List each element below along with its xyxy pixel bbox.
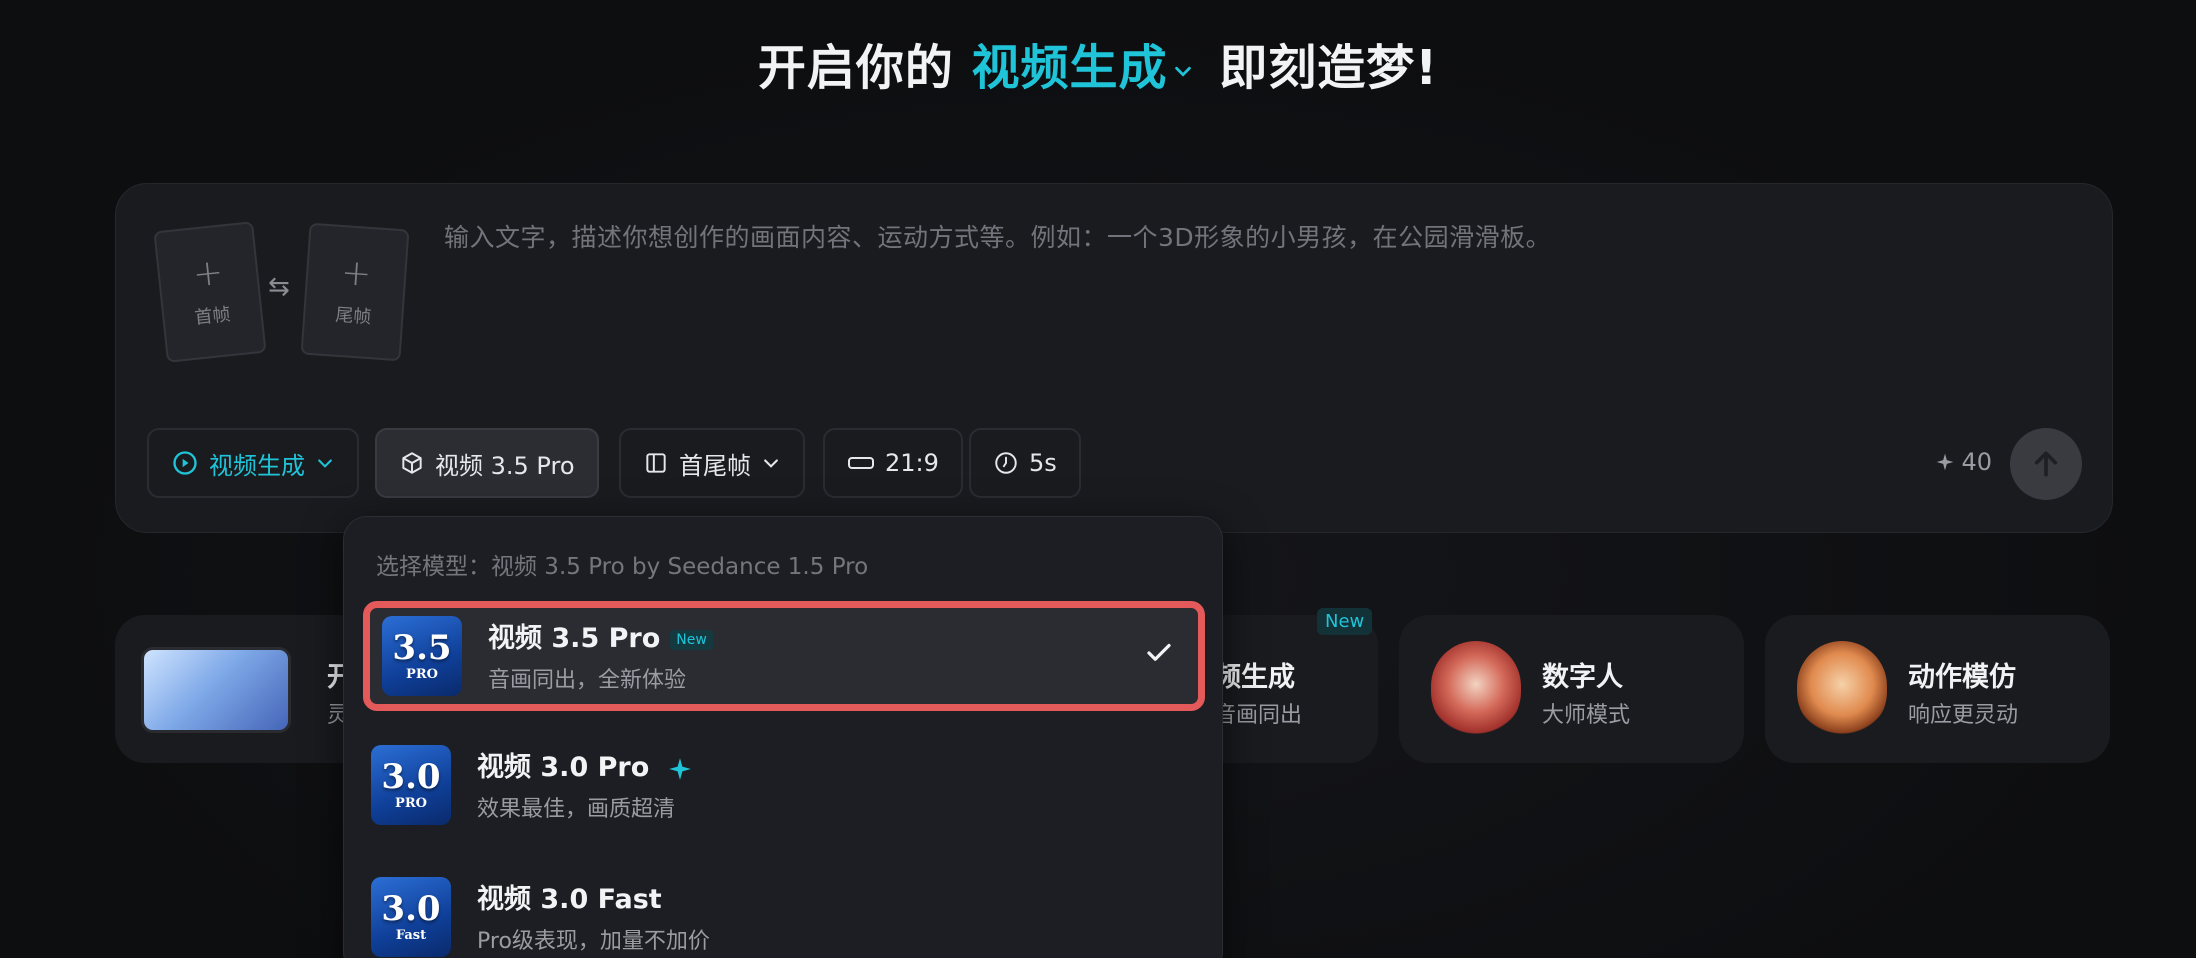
feature-card-digital-human[interactable]: 数字人 大师模式 [1399,615,1744,763]
cube-icon [402,452,422,474]
feature-card-motion-mimic[interactable]: 动作模仿 响应更灵动 [1765,615,2110,763]
frames-select-button[interactable]: 首尾帧 [619,428,805,498]
thumb-tier: PRO [406,666,438,682]
first-frame-label: 首帧 [193,304,232,329]
pegasus-thumbnail [141,647,291,733]
send-button[interactable] [2010,428,2082,500]
model-name: 视频 3.0 Pro [477,745,693,784]
model-option-3-5-pro[interactable]: 3.5 PRO 视频 3.5 Pro New 音画同出，全新体验 [363,601,1205,711]
model-option-3-0-pro[interactable]: 3.0 PRO 视频 3.0 Pro 效果最佳，画质超清 [359,725,1209,845]
model-desc: 效果最佳，画质超清 [477,797,676,822]
model-select-button[interactable]: 视频 3.5 Pro [375,428,599,498]
model-name: 视频 3.0 Fast [477,884,662,915]
aspect-ratio-icon [848,457,874,469]
check-icon [1147,643,1171,661]
model-name-text: 视频 3.5 Pro [488,623,661,654]
chevron-down-icon [1174,66,1191,77]
chevron-down-icon [318,459,332,468]
headline-prefix: 开启你的 [757,40,954,96]
portrait-thumbnail [1797,641,1887,737]
avatar-thumbnail [1431,641,1521,737]
prompt-input[interactable]: 输入文字，描述你想创作的画面内容、运动方式等。例如：一个3D形象的小男孩，在公园… [444,218,1551,254]
model-desc: Pro级表现，加量不加价 [477,929,710,954]
feature-card-title: 动作模仿 [1908,662,2016,693]
frame-layout-icon [646,453,666,473]
model-name: 视频 3.5 Pro New [488,616,713,655]
feature-card-subtitle: 大师模式 [1542,703,1631,728]
feature-card-title: 数字人 [1542,662,1623,693]
feature-card-title: 频生成 [1214,662,1295,693]
video-generate-icon [173,451,197,475]
sparkle-icon [1937,453,1954,471]
aspect-ratio-button[interactable]: 21:9 [823,428,963,498]
clock-icon [995,452,1017,474]
thumb-version: 3.0 [381,756,441,797]
model-thumbnail: 3.5 PRO [382,616,462,696]
model-thumbnail: 3.0 Fast [371,877,451,957]
model-dropdown: 选择模型：视频 3.5 Pro by Seedance 1.5 Pro 3.5 … [343,516,1223,958]
new-badge: New [1317,608,1373,635]
last-frame-label: 尾帧 [334,304,372,329]
headline-suffix: 即刻造梦! [1219,40,1439,96]
plus-icon: + [190,251,226,296]
mode-select-label: 视频生成 [209,451,305,480]
thumb-version: 3.5 [392,627,452,668]
prompt-composer: + 首帧 ⇆ + 尾帧 输入文字，描述你想创作的画面内容、运动方式等。例如：一个… [115,183,2113,533]
model-name-text: 视频 3.0 Pro [477,752,650,783]
credits-counter: 40 [1935,448,1992,476]
arrow-up-icon [2034,451,2058,477]
mode-switcher-label: 视频生成 [971,40,1168,96]
model-option-3-0-fast[interactable]: 3.0 Fast 视频 3.0 Fast Pro级表现，加量不加价 [359,857,1209,958]
frames-select-label: 首尾帧 [679,451,751,480]
sparkle-icon [668,757,691,780]
mode-switcher[interactable]: 视频生成 [972,40,1202,96]
mode-select-button[interactable]: 视频生成 [147,428,359,498]
duration-button[interactable]: 5s [969,428,1081,498]
swap-frames-icon[interactable]: ⇆ [268,272,290,302]
thumb-tier: Fast [395,927,427,943]
feature-card-subtitle: 音画同出 [1214,703,1303,728]
credits-value: 40 [1961,448,1992,476]
thumb-version: 3.0 [381,888,441,929]
last-frame-upload[interactable]: + 尾帧 [300,222,410,362]
feature-card-subtitle: 响应更灵动 [1908,703,2019,728]
model-desc: 音画同出，全新体验 [488,668,687,693]
page-headline: 开启你的 视频生成 即刻造梦! [0,28,2196,98]
aspect-ratio-label: 21:9 [885,449,939,477]
model-thumbnail: 3.0 PRO [371,745,451,825]
dropdown-header: 选择模型：视频 3.5 Pro by Seedance 1.5 Pro [376,554,869,580]
duration-label: 5s [1029,449,1057,477]
first-frame-upload[interactable]: + 首帧 [153,221,267,363]
model-select-label: 视频 3.5 Pro [435,451,575,480]
thumb-tier: PRO [395,795,427,811]
chevron-down-icon [764,459,778,468]
new-badge: New [670,629,713,650]
plus-icon: + [339,252,373,296]
